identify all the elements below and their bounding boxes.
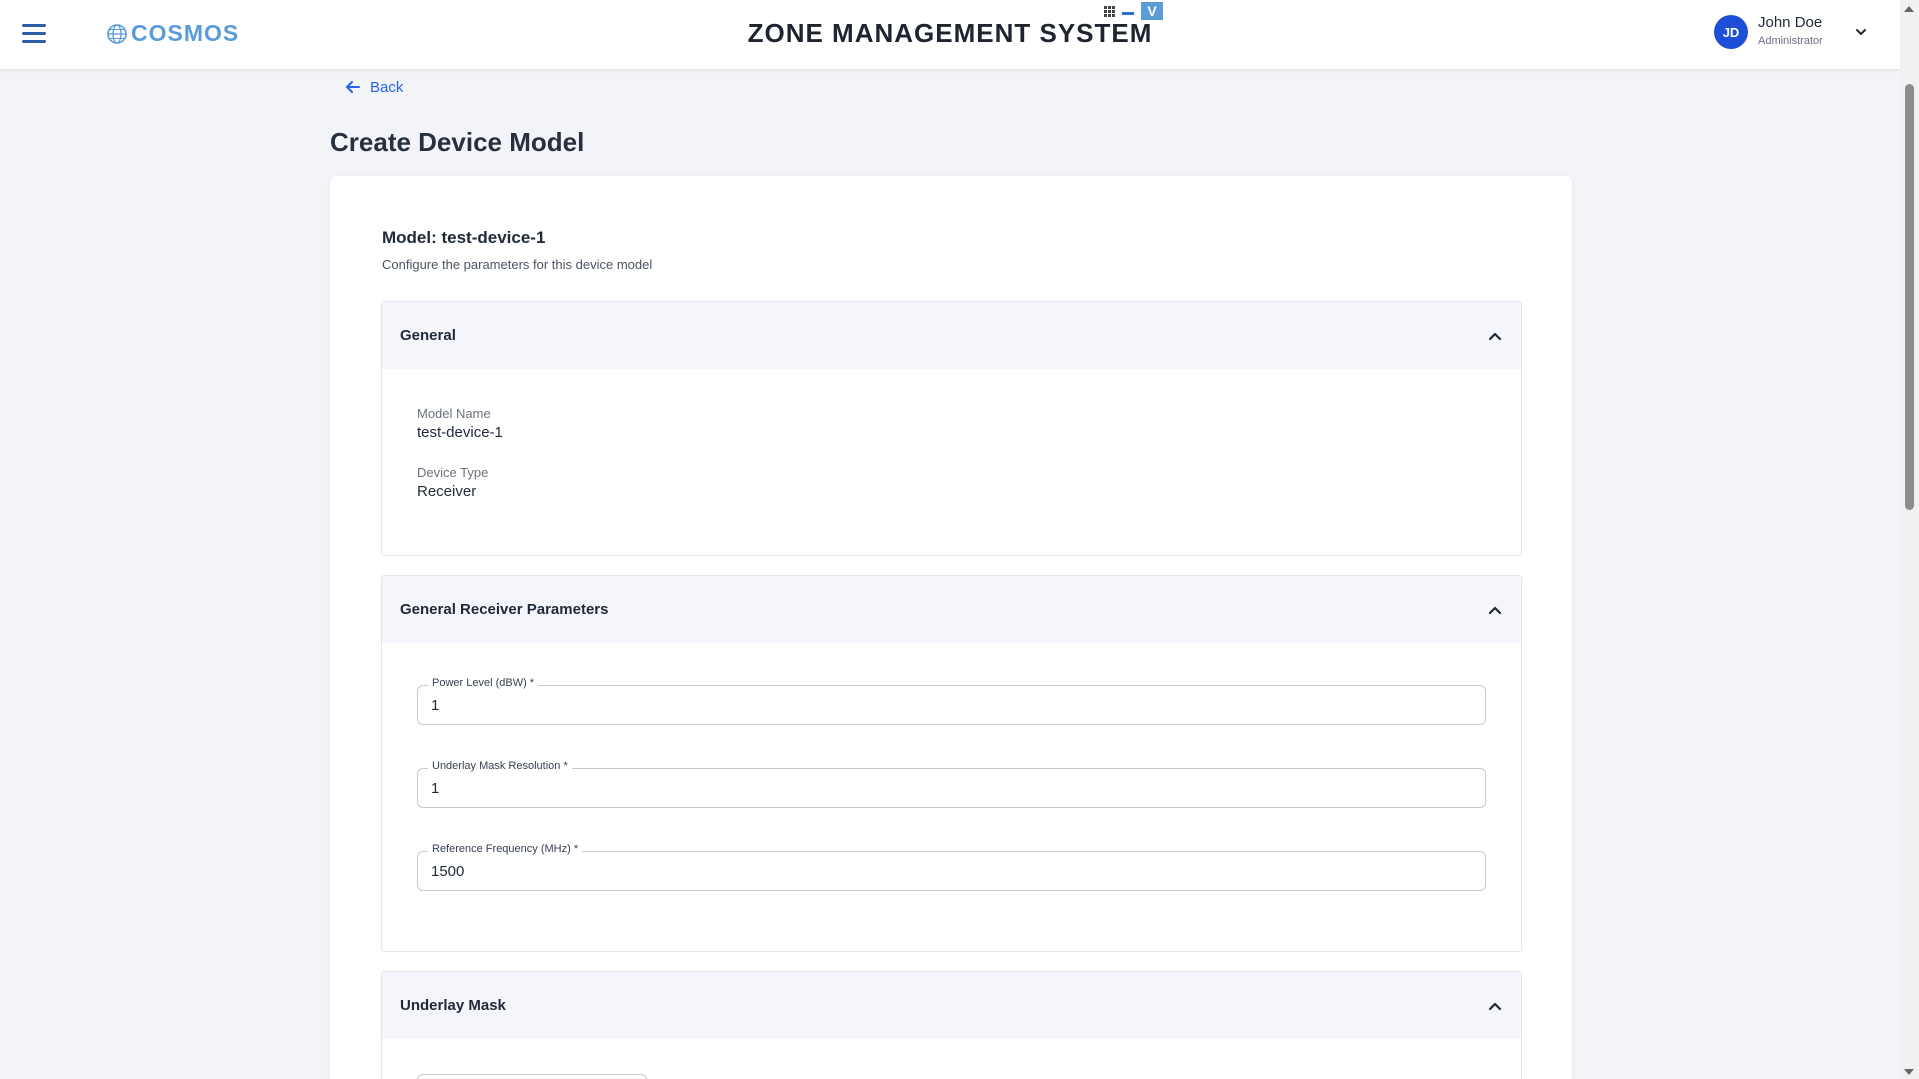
section-receiver-parameters: General Receiver Parameters Power Level … — [381, 575, 1522, 952]
avatar: JD — [1714, 15, 1748, 49]
logo-text: COSMOS — [131, 20, 240, 46]
back-link[interactable]: Back — [344, 78, 403, 96]
section-title: Underlay Mask — [400, 997, 506, 1014]
page-title: Create Device Model — [330, 127, 585, 157]
underlay-mask-resolution-input[interactable] — [431, 769, 1471, 807]
user-name: John Doe — [1758, 14, 1823, 31]
device-type-value: Receiver — [417, 483, 477, 500]
section-title: General — [400, 327, 456, 344]
restore-button[interactable]: V — [1141, 2, 1163, 20]
underlay-mask-field[interactable] — [417, 1074, 647, 1079]
chevron-up-icon[interactable] — [1487, 998, 1503, 1014]
reference-frequency-input[interactable] — [431, 852, 1471, 890]
power-level-field: Power Level (dBW) * — [417, 677, 1486, 725]
device-type-label: Device Type — [417, 465, 489, 480]
scroll-thumb[interactable] — [1905, 84, 1914, 510]
user-menu[interactable]: JD John Doe Administrator — [1714, 14, 1868, 50]
model-subtitle: Configure the parameters for this device… — [382, 257, 653, 272]
chevron-up-icon[interactable] — [1487, 328, 1503, 344]
model-name-value: test-device-1 — [417, 424, 503, 441]
section-receiver-header[interactable]: General Receiver Parameters — [382, 576, 1521, 643]
power-level-input[interactable] — [431, 686, 1471, 724]
globe-icon — [107, 23, 127, 44]
underlay-mask-resolution-field: Underlay Mask Resolution * — [417, 760, 1486, 808]
scroll-up-arrow-icon[interactable] — [1904, 6, 1914, 12]
cosmos-logo[interactable]: COSMOS — [106, 20, 239, 47]
section-underlay-header[interactable]: Underlay Mask — [382, 972, 1521, 1039]
section-general-header[interactable]: General — [382, 302, 1521, 369]
chevron-up-icon[interactable] — [1487, 602, 1503, 618]
reference-frequency-field: Reference Frequency (MHz) * — [417, 843, 1486, 891]
hamburger-menu-icon[interactable] — [22, 24, 46, 46]
window-controls: V — [1104, 2, 1163, 20]
scroll-down-arrow-icon[interactable] — [1904, 1069, 1914, 1075]
chevron-down-icon[interactable] — [1854, 25, 1868, 39]
user-role: Administrator — [1758, 35, 1823, 47]
back-label: Back — [370, 78, 404, 96]
vertical-scrollbar[interactable] — [1900, 0, 1919, 1079]
section-underlay-mask: Underlay Mask — [381, 971, 1522, 1079]
section-general: General Model Name test-device-1 Device … — [381, 301, 1522, 556]
app-title: ZONE MANAGEMENT SYSTEM — [747, 18, 1153, 48]
arrow-left-icon — [346, 81, 360, 93]
model-heading: Model: test-device-1 — [382, 228, 546, 247]
section-title: General Receiver Parameters — [400, 601, 609, 618]
minimize-button[interactable] — [1121, 4, 1135, 18]
app-header: COSMOS ZONE MANAGEMENT SYSTEM V JD John … — [0, 0, 1900, 70]
model-name-label: Model Name — [417, 406, 491, 421]
drag-grip-icon[interactable] — [1104, 5, 1115, 17]
